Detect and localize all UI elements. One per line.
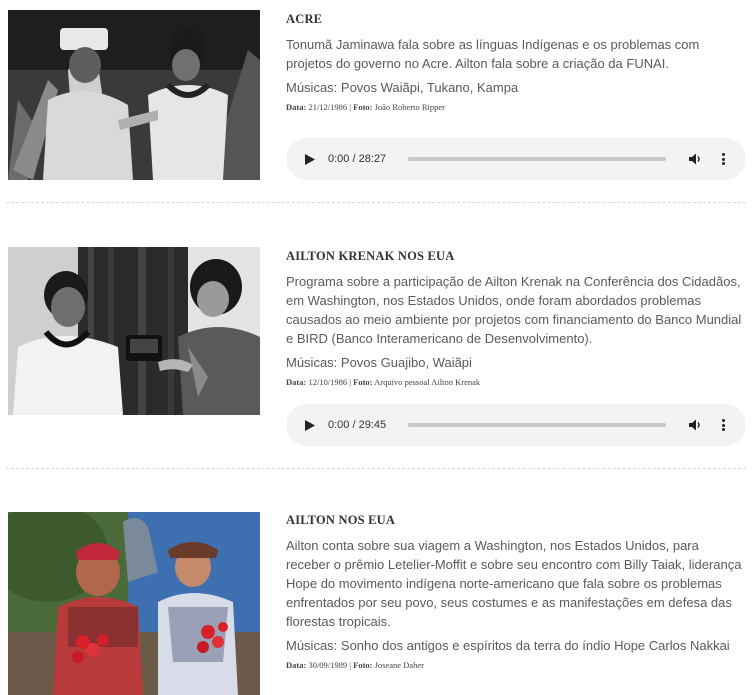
progress-slider[interactable] (408, 423, 666, 427)
volume-icon[interactable] (688, 418, 702, 432)
data-value: 12/10/1986 (308, 377, 348, 387)
episode-meta: Data: 30/09/1989 | Foto: Joseane Daher (286, 660, 746, 670)
episode-text: AILTON KRENAK NOS EUA Programa sobre a p… (286, 249, 746, 387)
episode-text: AILTON NOS EUA Ailton conta sobre sua vi… (286, 513, 746, 670)
foto-value: Joseane Daher (374, 660, 424, 670)
menu-dot (721, 419, 725, 422)
episode-meta: Data: 21/12/1986 | Foto: João Roberto Ri… (286, 102, 746, 112)
progress-slider[interactable] (408, 157, 666, 161)
episode-meta: Data: 12/10/1986 | Foto: Arquivo pessoal… (286, 377, 746, 387)
data-label: Data: (286, 102, 307, 112)
episode-photo (8, 10, 260, 180)
foto-value: João Roberto Ripper (374, 102, 445, 112)
episode-title: AILTON NOS EUA (286, 513, 396, 527)
play-icon (305, 153, 315, 165)
menu-dot (721, 428, 725, 431)
data-value: 21/12/1986 (308, 102, 348, 112)
menu-dot (721, 423, 725, 427)
menu-dot (721, 162, 725, 165)
foto-label: Foto: (353, 377, 373, 387)
episode-photo (8, 512, 260, 695)
data-label: Data: (286, 660, 307, 670)
volume-icon[interactable] (688, 152, 702, 166)
menu-dot (721, 157, 725, 161)
episode-photo (8, 247, 260, 415)
episode-musicas: Músicas: Povos Waiãpi, Tukano, Kampa (286, 80, 519, 95)
episode-title: ACRE (286, 12, 323, 26)
play-button[interactable] (304, 153, 316, 165)
play-button[interactable] (304, 419, 316, 431)
foto-label: Foto: (353, 102, 373, 112)
foto-value: Arquivo pessoal Ailton Krenak (374, 377, 481, 387)
audio-player: 0:00 / 29:45 (286, 404, 746, 446)
play-icon (305, 419, 315, 431)
entry-divider (6, 468, 746, 469)
more-vert-icon[interactable] (720, 418, 726, 432)
player-time: 0:00 / 29:45 (328, 419, 387, 431)
episode-musicas: Músicas: Povos Guajibo, Waiãpi (286, 355, 472, 370)
more-vert-icon[interactable] (720, 152, 726, 166)
menu-dot (721, 153, 725, 156)
data-value: 30/09/1989 (308, 660, 348, 670)
episode-description: Programa sobre a participação de Ailton … (286, 274, 742, 346)
episode-text: ACRE Tonumã Jaminawa fala sobre as língu… (286, 12, 746, 112)
episode-description: Ailton conta sobre sua viagem a Washingt… (286, 538, 742, 629)
episode-title: AILTON KRENAK NOS EUA (286, 249, 455, 263)
foto-label: Foto: (353, 660, 373, 670)
episode-musicas: Músicas: Sonho dos antigos e espíritos d… (286, 638, 730, 653)
episode-entry: AILTON NOS EUA Ailton conta sobre sua vi… (0, 496, 752, 695)
audio-player: 0:00 / 28:27 (286, 138, 746, 180)
episode-description: Tonumã Jaminawa fala sobre as línguas In… (286, 37, 700, 71)
data-label: Data: (286, 377, 307, 387)
episode-entry: ACRE Tonumã Jaminawa fala sobre as língu… (0, 0, 752, 200)
episode-entry: AILTON KRENAK NOS EUA Programa sobre a p… (0, 232, 752, 462)
player-time: 0:00 / 28:27 (328, 153, 387, 165)
entry-divider (6, 202, 746, 203)
